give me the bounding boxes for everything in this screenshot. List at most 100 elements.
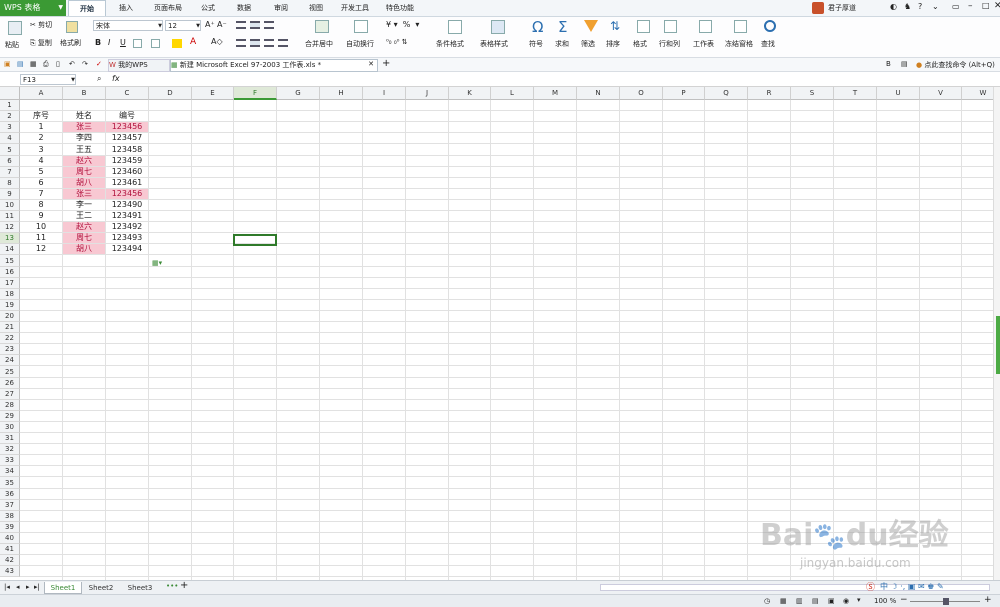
- clear-format-icon[interactable]: A◇: [211, 37, 223, 46]
- export-pdf-icon[interactable]: ▦: [30, 60, 37, 68]
- cell[interactable]: 李一: [63, 200, 105, 210]
- align-middle-icon[interactable]: [250, 21, 260, 29]
- cell[interactable]: 123492: [106, 222, 148, 232]
- tab-2[interactable]: 页面布局: [146, 0, 190, 16]
- row-header-36[interactable]: 36: [0, 489, 20, 500]
- minimize-icon[interactable]: –: [968, 1, 973, 11]
- column-header-q[interactable]: Q: [705, 87, 748, 100]
- column-header-p[interactable]: P: [663, 87, 705, 100]
- column-header-h[interactable]: H: [320, 87, 363, 100]
- row-header-30[interactable]: 30: [0, 422, 20, 433]
- zoom-out-icon[interactable]: −: [900, 595, 908, 605]
- cell[interactable]: 7: [20, 189, 62, 199]
- row-header-38[interactable]: 38: [0, 511, 20, 522]
- ime-toolbar[interactable]: 中 ☽ ·, ▣ ✉ ♚ ✎: [880, 581, 944, 592]
- merge-center-button[interactable]: 合并居中: [305, 39, 333, 49]
- cell[interactable]: 5: [20, 167, 62, 177]
- selected-cell-f13[interactable]: [233, 234, 277, 246]
- freeze-panes-button[interactable]: 冻结窗格: [725, 39, 753, 49]
- cell[interactable]: 王五: [63, 144, 105, 155]
- row-header-10[interactable]: 10: [0, 200, 20, 211]
- row-header-23[interactable]: 23: [0, 344, 20, 355]
- column-header-j[interactable]: J: [406, 87, 449, 100]
- row-header-4[interactable]: 4: [0, 133, 20, 144]
- find-icon[interactable]: [764, 20, 776, 32]
- font-color-icon[interactable]: A: [190, 37, 196, 47]
- zoom-formula-icon[interactable]: ⌕: [97, 74, 101, 84]
- column-header-s[interactable]: S: [791, 87, 834, 100]
- close-icon[interactable]: ✕: [994, 1, 1000, 11]
- column-header-k[interactable]: K: [449, 87, 491, 100]
- cell[interactable]: 11: [20, 233, 62, 243]
- format-painter-button[interactable]: 格式刷: [60, 38, 81, 48]
- next-sheet-icon[interactable]: ▸: [26, 583, 30, 591]
- table-style-button[interactable]: 表格样式: [480, 39, 508, 49]
- more-sheets-icon[interactable]: •••: [166, 582, 178, 590]
- cell[interactable]: 123458: [106, 144, 148, 155]
- cell[interactable]: 123459: [106, 156, 148, 166]
- last-sheet-icon[interactable]: ▸|: [34, 583, 40, 591]
- row-header-12[interactable]: 12: [0, 222, 20, 233]
- row-header-29[interactable]: 29: [0, 411, 20, 422]
- format-button[interactable]: 格式: [633, 39, 647, 49]
- eye-care-icon[interactable]: ◉: [843, 597, 849, 605]
- row-header-28[interactable]: 28: [0, 400, 20, 411]
- first-sheet-icon[interactable]: |◂: [4, 583, 10, 591]
- row-header-7[interactable]: 7: [0, 167, 20, 178]
- tab-1[interactable]: 插入: [111, 0, 141, 16]
- row-header-32[interactable]: 32: [0, 444, 20, 455]
- font-shrink-icon[interactable]: A⁻: [217, 20, 227, 29]
- cell[interactable]: 2: [20, 133, 62, 143]
- find-button[interactable]: 查找: [761, 39, 775, 49]
- restore-icon[interactable]: ▭: [952, 2, 960, 11]
- row-header-25[interactable]: 25: [0, 366, 20, 378]
- vertical-scrollbar[interactable]: [993, 87, 1000, 580]
- formula-input[interactable]: [128, 73, 996, 85]
- column-header-e[interactable]: E: [192, 87, 234, 100]
- column-header-w[interactable]: W: [962, 87, 997, 100]
- tab-7[interactable]: 开发工具: [337, 0, 373, 16]
- cell[interactable]: 10: [20, 222, 62, 232]
- align-left-icon[interactable]: [236, 39, 246, 47]
- cell[interactable]: 12: [20, 244, 62, 254]
- column-header-c[interactable]: C: [106, 87, 149, 100]
- cell[interactable]: 胡八: [63, 178, 105, 188]
- row-header-42[interactable]: 42: [0, 555, 20, 566]
- sheet-tab-sheet2[interactable]: Sheet2: [82, 582, 120, 594]
- tab-my-wps[interactable]: W 我的WPS: [108, 59, 170, 72]
- column-header-d[interactable]: D: [149, 87, 192, 100]
- add-sheet-icon[interactable]: +: [180, 580, 188, 591]
- cell[interactable]: 周七: [63, 233, 105, 243]
- align-top-icon[interactable]: [236, 21, 246, 29]
- cell-style-icon[interactable]: [151, 39, 160, 48]
- insert-function-button[interactable]: fx: [112, 74, 120, 83]
- wrap-text-button[interactable]: 自动换行: [346, 39, 374, 49]
- redo-icon[interactable]: ↷: [82, 60, 88, 68]
- row-col-icon[interactable]: [664, 20, 677, 33]
- cell[interactable]: 王二: [63, 211, 105, 221]
- row-header-5[interactable]: 5: [0, 144, 20, 156]
- cell[interactable]: 8: [20, 200, 62, 210]
- focus-icon[interactable]: ▾: [857, 596, 861, 604]
- paste-button[interactable]: 粘贴: [5, 40, 19, 50]
- sum-button[interactable]: 求和: [555, 39, 569, 49]
- reading-mode-icon[interactable]: ◷: [764, 597, 770, 605]
- tab-3[interactable]: 公式: [194, 0, 222, 16]
- freeze-icon[interactable]: [734, 20, 747, 33]
- cell[interactable]: 123460: [106, 167, 148, 177]
- row-header-9[interactable]: 9: [0, 189, 20, 200]
- page-layout-icon[interactable]: ▥: [796, 597, 803, 605]
- select-all-corner[interactable]: [0, 87, 20, 100]
- cell[interactable]: 6: [20, 178, 62, 188]
- row-header-40[interactable]: 40: [0, 533, 20, 544]
- paste-options-icon[interactable]: ▦▾: [152, 259, 162, 267]
- row-header-35[interactable]: 35: [0, 477, 20, 489]
- wrap-icon[interactable]: [354, 20, 368, 33]
- row-header-18[interactable]: 18: [0, 289, 20, 300]
- row-column-button[interactable]: 行和列: [659, 39, 680, 49]
- cell[interactable]: 姓名: [63, 111, 105, 121]
- cell[interactable]: 9: [20, 211, 62, 221]
- row-header-27[interactable]: 27: [0, 389, 20, 400]
- column-header-m[interactable]: M: [534, 87, 577, 100]
- filter-icon[interactable]: [584, 20, 598, 32]
